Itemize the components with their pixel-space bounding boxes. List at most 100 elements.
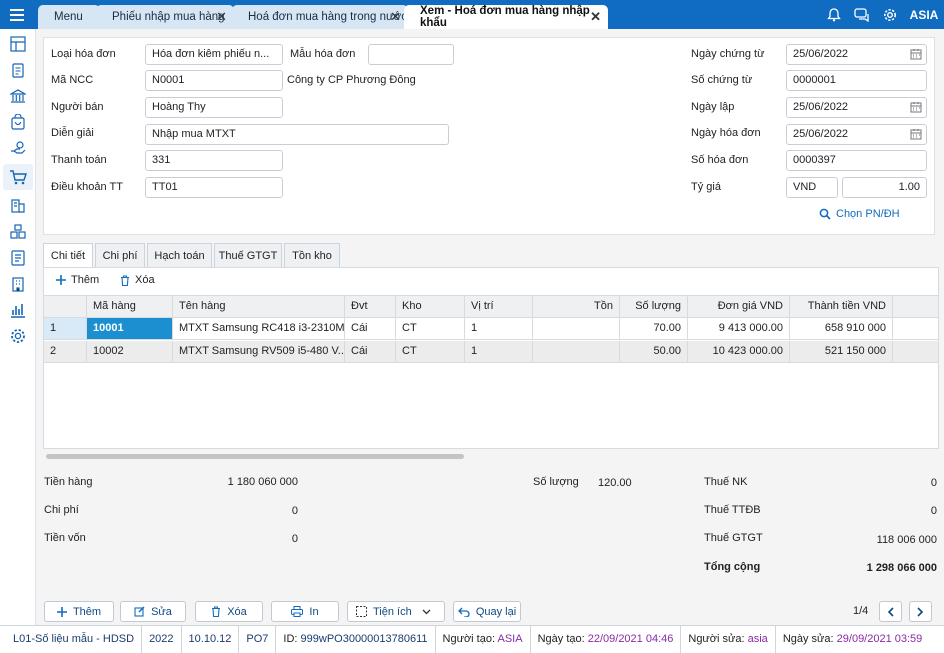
building-icon[interactable]: [8, 274, 28, 294]
close-icon[interactable]: ✕: [590, 9, 601, 25]
grid-add-button[interactable]: Thêm: [56, 274, 99, 286]
menu-icon[interactable]: [0, 0, 34, 29]
tab-chi-tiet[interactable]: Chi tiết: [43, 243, 93, 268]
ngay-hoa-don-field[interactable]: 25/06/2022: [786, 124, 927, 145]
nguoi-ban-field[interactable]: Hoàng Thy: [145, 97, 283, 118]
add-button[interactable]: Thêm: [44, 601, 114, 622]
back-button[interactable]: Quay lại: [453, 601, 521, 622]
table-row[interactable]: 2 10002 MTXT Samsung RV509 i5-480 V... C…: [44, 341, 938, 363]
currency-field[interactable]: VND: [786, 177, 838, 198]
cell-don-gia[interactable]: 10 423 000.00: [688, 341, 790, 362]
delete-button[interactable]: Xóa: [195, 601, 263, 622]
cell-dvt[interactable]: Cái: [345, 341, 396, 362]
tab-ton-kho[interactable]: Tồn kho: [284, 243, 340, 267]
col-header-ma-hang[interactable]: Mã hàng: [87, 296, 173, 317]
ma-ncc-field[interactable]: N0001: [145, 70, 283, 91]
so-hoa-don-field[interactable]: 0000397: [786, 150, 927, 171]
cell-don-gia[interactable]: 9 413 000.00: [688, 318, 790, 339]
tab-chi-phi[interactable]: Chi phí: [95, 243, 145, 267]
status-ngay-tao: Ngày tạo: 22/09/2021 04:46: [531, 625, 682, 653]
report-icon[interactable]: [8, 248, 28, 268]
cell-thanh-tien[interactable]: 658 910 000: [790, 318, 893, 339]
col-header-dvt[interactable]: Đvt: [345, 296, 396, 317]
cell-ton[interactable]: [533, 341, 620, 362]
chon-pn-dh-link[interactable]: Chọn PN/ĐH: [819, 208, 900, 220]
table-row[interactable]: 1 10001 MTXT Samsung RC418 i3-2310M... C…: [44, 318, 938, 340]
print-button[interactable]: In: [271, 601, 339, 622]
thue-nk-label: Thuế NK: [704, 476, 748, 488]
thanh-toan-field[interactable]: 331: [145, 150, 283, 171]
calendar-icon[interactable]: [910, 48, 922, 64]
settings-icon[interactable]: [8, 326, 28, 346]
col-header-ton[interactable]: Tồn: [533, 296, 620, 317]
bank-icon[interactable]: [8, 86, 28, 106]
horizontal-scrollbar[interactable]: [46, 454, 464, 459]
dieu-khoan-field[interactable]: TT01: [145, 177, 283, 198]
next-page-button[interactable]: [909, 601, 932, 622]
cell-ten-hang[interactable]: MTXT Samsung RV509 i5-480 V...: [173, 341, 345, 362]
hand-money-icon[interactable]: [8, 138, 28, 158]
col-header-kho[interactable]: Kho: [396, 296, 465, 317]
cart-icon[interactable]: [3, 164, 33, 190]
cell-thanh-tien[interactable]: 521 150 000: [790, 341, 893, 362]
cell-ton[interactable]: [533, 318, 620, 339]
chart-icon[interactable]: [8, 300, 28, 320]
dien-giai-field[interactable]: Nhập mua MTXT: [145, 124, 449, 145]
mau-hoa-don-field[interactable]: [368, 44, 454, 65]
bell-icon[interactable]: [820, 0, 848, 29]
cell-dvt[interactable]: Cái: [345, 318, 396, 339]
tab-label: Xem - Hoá đơn mua hàng nhập khẩu: [420, 5, 590, 29]
ngay-chung-tu-field[interactable]: 25/06/2022: [786, 44, 927, 65]
col-header-so-luong[interactable]: Số lượng: [620, 296, 688, 317]
tien-ich-dropdown[interactable]: Tiện ích: [347, 601, 445, 622]
tab-thue-gtgt[interactable]: Thuế GTGT: [214, 243, 282, 267]
grid-delete-button[interactable]: Xóa: [120, 274, 155, 286]
ty-gia-field[interactable]: 1.00: [842, 177, 927, 198]
cell-ten-hang[interactable]: MTXT Samsung RC418 i3-2310M...: [173, 318, 345, 339]
col-header-don-gia[interactable]: Đơn giá VND: [688, 296, 790, 317]
col-header-ten-hang[interactable]: Tên hàng: [173, 296, 345, 317]
ngay-lap-field[interactable]: 25/06/2022: [786, 97, 927, 118]
status-id-label: ID:: [283, 632, 298, 645]
col-header-thanh-tien[interactable]: Thành tiền VND: [790, 296, 893, 317]
cell-so-luong[interactable]: 70.00: [620, 318, 688, 339]
date-value: 25/06/2022: [793, 128, 849, 140]
tab-xem-hoa-don-nhap-khau[interactable]: Xem - Hoá đơn mua hàng nhập khẩu ✕: [404, 5, 608, 29]
tab-hach-toan[interactable]: Hạch toán: [147, 243, 212, 267]
prev-page-button[interactable]: [879, 601, 902, 622]
cell-kho[interactable]: CT: [396, 341, 465, 362]
loai-hoa-don-label: Loại hóa đơn: [51, 48, 116, 60]
chat-icon[interactable]: [848, 0, 876, 29]
calendar-icon[interactable]: [910, 128, 922, 144]
close-icon[interactable]: ✕: [216, 9, 227, 25]
cell-kho[interactable]: CT: [396, 318, 465, 339]
cell-so-luong[interactable]: 50.00: [620, 341, 688, 362]
edit-button[interactable]: Sửa: [120, 601, 186, 622]
cell-vi-tri[interactable]: 1: [465, 341, 533, 362]
back-arrow-icon: [457, 607, 470, 617]
tab-menu[interactable]: Menu: [38, 5, 100, 29]
col-header-vi-tri[interactable]: Vị trí: [465, 296, 533, 317]
status-database[interactable]: L01-Số liệu mẫu - HDSD: [0, 625, 143, 653]
tien-hang-value: 1 180 060 000: [227, 476, 298, 488]
cell-vi-tri[interactable]: 1: [465, 318, 533, 339]
cell-ma-hang[interactable]: 10002: [87, 341, 173, 362]
shopping-bag-icon[interactable]: [8, 112, 28, 132]
tab-phieu-nhap[interactable]: Phiếu nhập mua hàng ✕: [96, 5, 234, 29]
warehouse-icon[interactable]: [8, 222, 28, 242]
close-icon[interactable]: ✕: [390, 9, 401, 25]
ma-ncc-label: Mã NCC: [51, 74, 94, 86]
search-icon: [819, 208, 831, 220]
inventory-icon[interactable]: [8, 196, 28, 216]
status-bar: L01-Số liệu mẫu - HDSD 2022 10.10.12 PO7…: [0, 625, 944, 653]
user-name[interactable]: ASIA: [904, 0, 944, 29]
nguoi-ban-label: Người bán: [51, 101, 104, 113]
gear-icon[interactable]: [876, 0, 904, 29]
cell-ma-hang[interactable]: 10001: [87, 318, 173, 339]
loai-hoa-don-field[interactable]: Hóa đơn kiêm phiếu n...: [145, 44, 283, 65]
so-chung-tu-field[interactable]: 0000001: [786, 70, 927, 91]
document-icon[interactable]: [8, 60, 28, 80]
tab-hoa-don-trong-nuoc[interactable]: Hoá đơn mua hàng trong nước ✕: [232, 5, 408, 29]
dashboard-icon[interactable]: [8, 34, 28, 54]
calendar-icon[interactable]: [910, 101, 922, 117]
